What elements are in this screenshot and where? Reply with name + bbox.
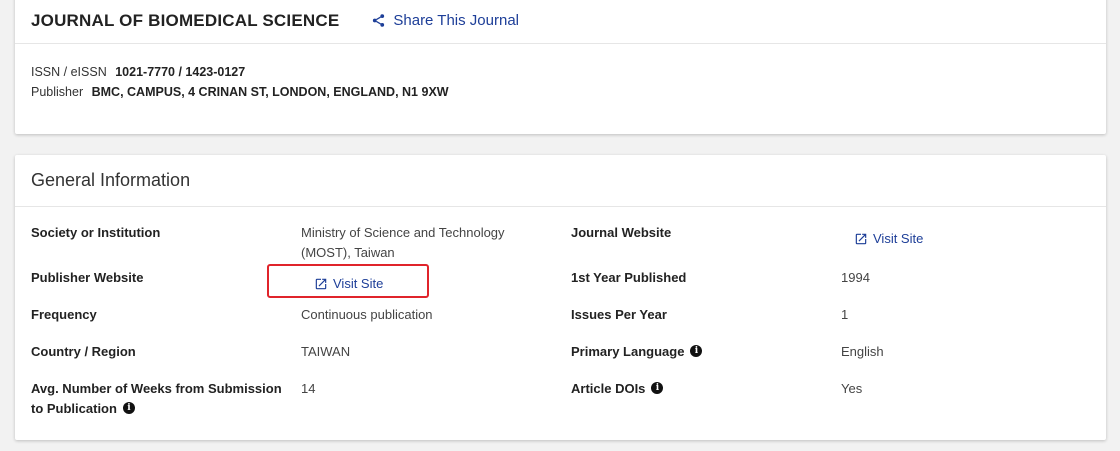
primary-language-label: Primary Language i	[571, 342, 703, 362]
article-dois-value: Yes	[841, 381, 863, 396]
info-icon[interactable]: i	[122, 402, 135, 414]
info-icon[interactable]: i	[651, 382, 664, 394]
journal-header-card: JOURNAL OF BIOMEDICAL SCIENCE Share This…	[15, 0, 1106, 134]
highlight-box	[267, 264, 429, 298]
share-icon	[373, 14, 385, 27]
weeks-value: 14	[301, 381, 316, 396]
country-label: Country / Region	[31, 344, 136, 359]
journal-website-label: Journal Website	[571, 225, 672, 240]
society-label: Society or Institution	[31, 225, 161, 240]
primary-language-value: English	[841, 344, 884, 359]
weeks-label-line2: to Publication i	[31, 399, 282, 419]
frequency-value: Continuous publication	[301, 307, 433, 322]
country-value: TAIWAN	[301, 344, 351, 359]
journal-meta: ISSN / eISSN 1021-7770 / 1423-0127 Publi…	[15, 44, 1106, 102]
share-journal-label: Share This Journal	[393, 12, 519, 29]
journal-title-row: JOURNAL OF BIOMEDICAL SCIENCE Share This…	[15, 0, 1106, 44]
society-value: Ministry of Science and Technology (MOST…	[301, 223, 505, 263]
issn-label: ISSN / eISSN	[31, 65, 107, 79]
issn-value: 1021-7770 / 1423-0127	[115, 65, 246, 79]
publisher-value: BMC, CAMPUS, 4 CRINAN ST, LONDON, ENGLAN…	[91, 85, 449, 99]
weeks-to-publication-label: Avg. Number of Weeks from Submission to …	[31, 379, 282, 419]
info-icon[interactable]: i	[690, 345, 703, 357]
frequency-label: Frequency	[31, 307, 97, 322]
publisher-row: Publisher BMC, CAMPUS, 4 CRINAN ST, LOND…	[31, 82, 1106, 102]
first-year-value: 1994	[841, 270, 870, 285]
publisher-label: Publisher	[31, 85, 84, 99]
society-value-line2: (MOST), Taiwan	[301, 245, 395, 260]
article-dois-label: Article DOIs i	[571, 379, 664, 399]
issues-per-year-value: 1	[841, 307, 849, 322]
external-link-icon	[855, 233, 867, 245]
visit-site-label: Visit Site	[873, 231, 924, 246]
share-journal-link[interactable]: Share This Journal	[371, 12, 519, 29]
general-information-card: General Information Society or Instituti…	[15, 155, 1106, 440]
society-value-line1: Ministry of Science and Technology	[301, 225, 505, 240]
issues-per-year-label: Issues Per Year	[571, 307, 667, 322]
publisher-website-label: Publisher Website	[31, 270, 144, 285]
journal-title: JOURNAL OF BIOMEDICAL SCIENCE	[31, 10, 340, 30]
general-information-heading: General Information	[15, 155, 1106, 207]
journal-website-visit-link[interactable]: Visit Site	[854, 229, 923, 252]
first-year-label: 1st Year Published	[571, 270, 687, 285]
issn-row: ISSN / eISSN 1021-7770 / 1423-0127	[31, 62, 1106, 82]
weeks-label-line1: Avg. Number of Weeks from Submission	[31, 381, 282, 396]
